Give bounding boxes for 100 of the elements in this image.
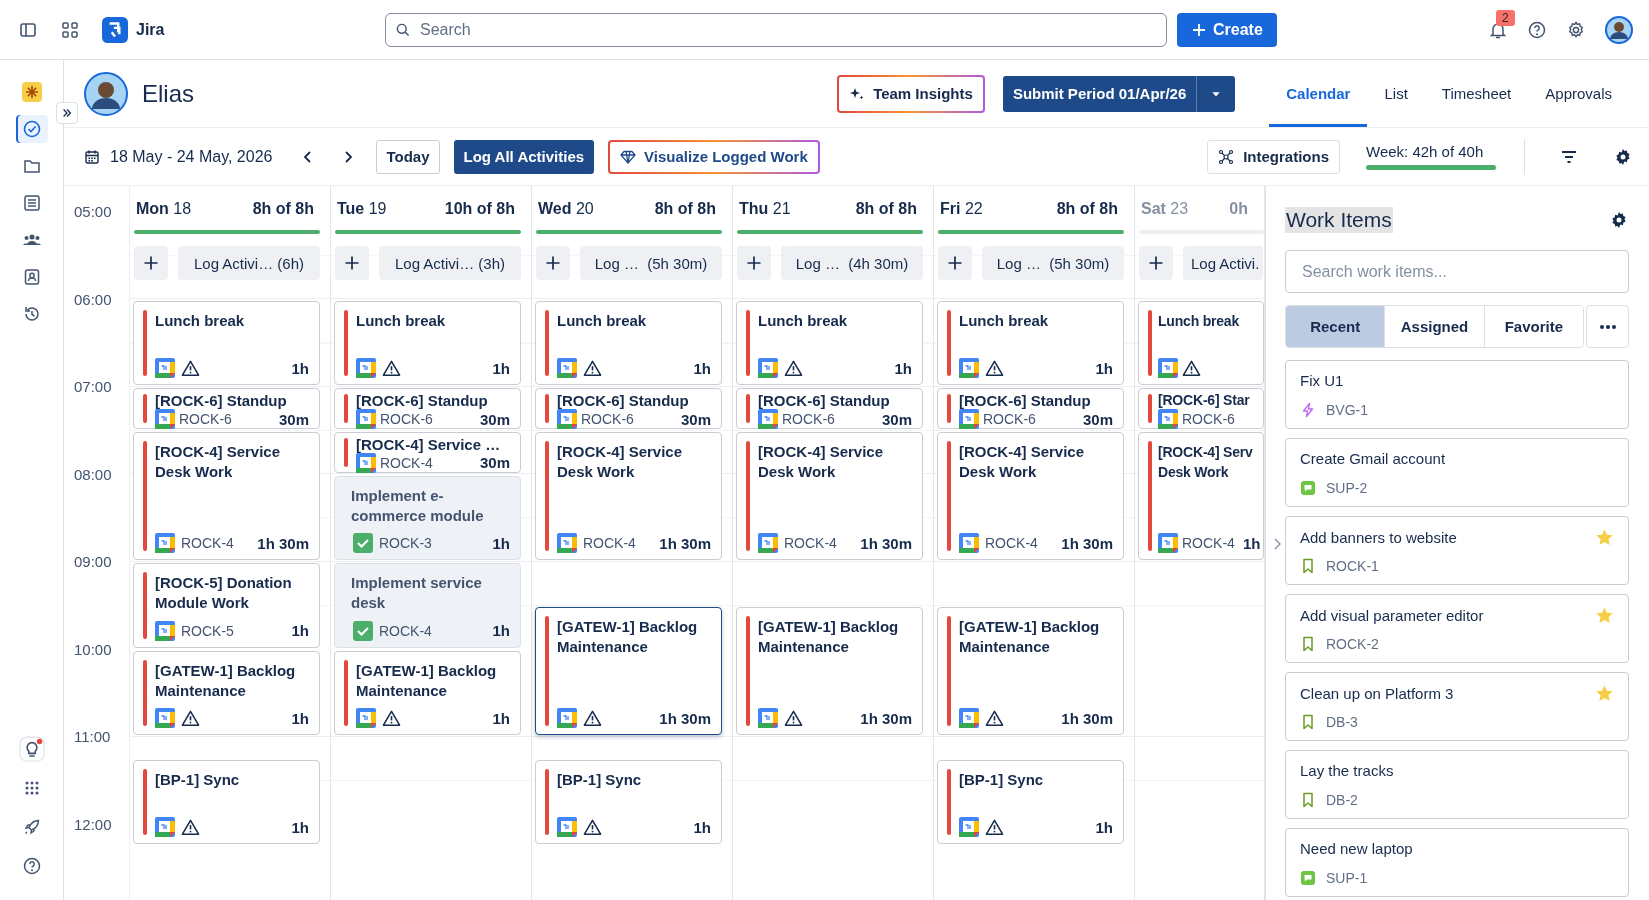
event-card[interactable]: [GATEW-1] Backlog Maintenance 1h	[133, 650, 320, 735]
add-activity-button[interactable]	[938, 246, 972, 280]
event-card[interactable]: [ROCK-4] Service … ROCK-4 30m	[334, 431, 521, 473]
log-activities-button[interactable]: Log Activi… (6h)	[178, 246, 320, 280]
work-item-title: Need new laptop	[1300, 840, 1413, 857]
event-card[interactable]: Lunch break 1h	[937, 300, 1124, 385]
bookmark-icon	[1300, 714, 1316, 730]
event-card[interactable]: [ROCK-6] Standup ROCK-6 30m	[334, 388, 521, 429]
work-item-card[interactable]: Lay the tracks DB-2	[1285, 750, 1629, 819]
star-icon[interactable]	[1595, 528, 1614, 547]
event-title: Implement e-commerce module	[351, 485, 485, 526]
submit-dropdown-button[interactable]	[1197, 75, 1236, 112]
work-item-title: Fix U1	[1300, 372, 1344, 389]
event-card[interactable]: [ROCK-6] Star ROCK-6	[1138, 388, 1264, 429]
event-card[interactable]: [ROCK-6] Standup ROCK-6 30m	[736, 388, 923, 429]
google-calendar-icon	[959, 708, 979, 728]
issue-key: ROCK-6	[782, 411, 835, 427]
avatar-icon[interactable]	[1605, 15, 1633, 44]
event-card[interactable]: [GATEW-1] Backlog Maintenance 1h 30m	[535, 606, 722, 735]
event-duration: 1h	[693, 818, 711, 836]
log-activities-button[interactable]: Log … (4h 30m)	[781, 246, 923, 280]
event-card[interactable]: [ROCK-6] Standup ROCK-6 30m	[937, 388, 1124, 429]
settings-icon[interactable]	[1609, 210, 1629, 230]
event-card[interactable]: Implement e-commerce module ROCK-3 1h	[334, 475, 521, 560]
event-card[interactable]: [ROCK-6] Standup ROCK-6 30m	[535, 388, 722, 429]
work-items-search-field[interactable]: Search work items...	[1285, 250, 1629, 293]
event-card[interactable]: [GATEW-1] Backlog Maintenance 1h 30m	[736, 606, 923, 735]
event-title: Lunch break	[959, 310, 1050, 331]
event-card[interactable]: [ROCK-4] Service Desk Work ROCK-4 1h 30m	[937, 431, 1124, 560]
event-title: [ROCK-4] Serv Desk Work	[1158, 442, 1254, 482]
star-icon[interactable]	[1595, 606, 1614, 625]
add-activity-button[interactable]	[335, 246, 369, 280]
warning-icon	[583, 708, 602, 728]
work-item-card[interactable]: Add visual parameter editor ROCK-2	[1285, 594, 1629, 663]
filter-tab[interactable]: Recent	[1286, 306, 1386, 347]
event-card[interactable]: [BP-1] Sync 1h	[535, 759, 722, 845]
collapse-handle-icon[interactable]	[1272, 536, 1282, 552]
work-item-card[interactable]: Fix U1 BVG-1	[1285, 360, 1629, 429]
user-avatar	[84, 71, 128, 116]
event-card[interactable]: [ROCK-5] Donation Module Work ROCK-5 1h	[133, 563, 320, 648]
log-activities-button[interactable]: Log Activi… (3h)	[379, 246, 521, 280]
integrations-button[interactable]: Integrations	[1207, 139, 1340, 174]
add-activity-button[interactable]	[134, 246, 168, 280]
event-title: [ROCK-5] Donation Module Work	[155, 573, 293, 613]
event-card[interactable]: Lunch break 1h	[334, 300, 521, 385]
event-duration: 1h 30m	[860, 709, 912, 727]
event-card[interactable]: Implement service desk ROCK-4 1h	[334, 563, 521, 648]
work-item-key: BVG-1	[1326, 402, 1368, 418]
add-activity-button[interactable]	[737, 246, 771, 280]
jira-logo-icon[interactable]	[102, 16, 128, 43]
visualize-logged-work-button[interactable]: Visualize Logged Work	[608, 139, 820, 174]
event-card[interactable]: Lunch break	[1138, 300, 1264, 385]
work-item-card[interactable]: Clean up on Platform 3 DB-3	[1285, 672, 1629, 741]
day-hours: 8h of 8h	[1056, 200, 1118, 218]
add-activity-button[interactable]	[1139, 246, 1173, 280]
day-label: Mon 18	[136, 200, 192, 218]
event-card[interactable]: [ROCK-4] Service Desk Work ROCK-4 1h 30m	[736, 431, 923, 560]
issue-key: ROCK-6	[179, 411, 232, 427]
event-card[interactable]: Lunch break 1h	[535, 300, 722, 385]
expand-sidebar-button[interactable]	[56, 102, 78, 124]
today-button[interactable]: Today	[376, 139, 440, 174]
chat-icon	[1300, 480, 1316, 496]
plus-icon	[344, 255, 360, 271]
team-insights-button[interactable]: Team Insights	[837, 74, 985, 113]
event-title: Lunch break	[557, 310, 648, 331]
event-card[interactable]: [ROCK-4] Serv Desk Work ROCK-4 1h	[1138, 431, 1264, 560]
apps-grid-icon[interactable]	[60, 19, 80, 40]
help-icon[interactable]	[1527, 19, 1547, 40]
rail-item[interactable]	[15, 115, 48, 143]
create-button[interactable]: Create	[1177, 12, 1277, 47]
event-card[interactable]: [BP-1] Sync 1h	[937, 759, 1124, 845]
view-tab[interactable]: List	[1367, 60, 1425, 127]
log-activities-button[interactable]: Log … (5h 30m)	[982, 246, 1124, 280]
event-duration: 1h	[492, 622, 510, 639]
issue-key: ROCK-4	[1182, 535, 1235, 551]
view-tab[interactable]: Calendar	[1269, 60, 1368, 127]
event-card[interactable]: [ROCK-6] Standup ROCK-6 30m	[133, 388, 320, 429]
add-activity-button[interactable]	[536, 246, 570, 280]
work-item-card[interactable]: Create Gmail account SUP-2	[1285, 438, 1629, 507]
user-name: Elias	[142, 79, 195, 108]
submit-period-button[interactable]: Submit Period 01/Apr/26	[1002, 75, 1198, 112]
event-card[interactable]: [ROCK-4] Service Desk Work ROCK-4 1h 30m	[133, 431, 320, 560]
event-card[interactable]: [ROCK-4] Service Desk Work ROCK-4 1h 30m	[535, 431, 722, 560]
work-item-key: DB-3	[1326, 714, 1358, 730]
log-all-activities-button[interactable]: Log All Activities	[453, 139, 595, 174]
event-card[interactable]: Lunch break 1h	[736, 300, 923, 385]
settings-icon[interactable]	[1566, 19, 1586, 40]
log-activities-button[interactable]: Log … (5h 30m)	[580, 246, 722, 280]
event-card[interactable]: [BP-1] Sync 1h	[133, 759, 320, 845]
work-item-card[interactable]: Need new laptop SUP-1	[1285, 828, 1629, 897]
event-duration: 1h	[291, 622, 309, 639]
event-card[interactable]: [GATEW-1] Backlog Maintenance 1h	[334, 650, 521, 735]
work-item-card[interactable]: Add banners to website ROCK-1	[1285, 516, 1629, 585]
view-tab[interactable]: Approvals	[1528, 60, 1629, 127]
search-field[interactable]: Search	[385, 12, 1167, 47]
event-card[interactable]: Lunch break 1h	[133, 300, 320, 385]
log-activities-button[interactable]: Log Activi.	[1183, 246, 1264, 280]
event-card[interactable]: [GATEW-1] Backlog Maintenance 1h 30m	[937, 606, 1124, 735]
star-icon[interactable]	[1595, 684, 1614, 703]
view-tab[interactable]: Timesheet	[1424, 60, 1529, 127]
